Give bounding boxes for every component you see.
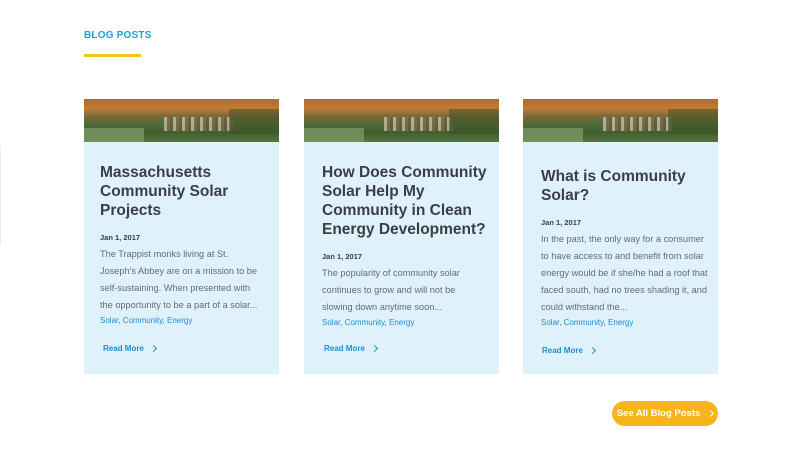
blog-card[interactable]: How Does Community Solar Help My Communi… bbox=[304, 99, 499, 374]
page-edge-line bbox=[0, 145, 1, 245]
chevron-right-icon bbox=[149, 344, 157, 353]
blog-card-title[interactable]: How Does Community Solar Help My Communi… bbox=[322, 163, 494, 239]
tag-link[interactable]: Energy bbox=[608, 318, 633, 327]
chevron-right-icon bbox=[707, 409, 715, 418]
blog-card-tags: Solar, Community, Energy bbox=[322, 318, 415, 327]
see-all-blog-posts-button[interactable]: See All Blog Posts bbox=[612, 401, 718, 426]
tag-link[interactable]: Community bbox=[345, 318, 385, 327]
blog-card[interactable]: Massachusetts Community Solar Projects J… bbox=[84, 99, 279, 374]
tag-link[interactable]: Energy bbox=[389, 318, 414, 327]
blog-card-date: Jan 1, 2017 bbox=[322, 252, 363, 261]
section-title-underline bbox=[84, 54, 141, 57]
tag-link[interactable]: Solar bbox=[541, 318, 559, 327]
blog-card-title[interactable]: What is Community Solar? bbox=[541, 167, 691, 205]
read-more-link[interactable]: Read More bbox=[542, 346, 596, 355]
blog-card-title[interactable]: Massachusetts Community Solar Projects bbox=[100, 163, 250, 220]
see-all-label: See All Blog Posts bbox=[616, 408, 701, 419]
tag-link[interactable]: Energy bbox=[167, 316, 192, 325]
read-more-label: Read More bbox=[103, 344, 144, 353]
blog-card-excerpt: The Trappist monks living at St. Joseph'… bbox=[100, 249, 258, 310]
read-more-label: Read More bbox=[542, 346, 583, 355]
blog-card[interactable]: What is Community Solar? Jan 1, 2017 In … bbox=[523, 99, 718, 374]
blog-card-image[interactable] bbox=[304, 99, 499, 142]
read-more-label: Read More bbox=[324, 344, 365, 353]
blog-card-date: Jan 1, 2017 bbox=[100, 233, 141, 242]
tag-link[interactable]: Solar bbox=[322, 318, 340, 327]
blog-card-date: Jan 1, 2017 bbox=[541, 218, 582, 227]
blog-card-image[interactable] bbox=[84, 99, 279, 142]
tag-link[interactable]: Solar bbox=[100, 316, 118, 325]
section-header: BLOG POSTS bbox=[84, 30, 152, 41]
blog-card-excerpt: The popularity of community solar contin… bbox=[322, 268, 460, 312]
blog-card-image[interactable] bbox=[523, 99, 718, 142]
section-title: BLOG POSTS bbox=[84, 30, 152, 41]
chevron-right-icon bbox=[588, 346, 596, 355]
tag-link[interactable]: Community bbox=[564, 318, 604, 327]
tag-link[interactable]: Community bbox=[123, 316, 163, 325]
chevron-right-icon bbox=[370, 344, 378, 353]
read-more-link[interactable]: Read More bbox=[324, 344, 378, 353]
blog-card-tags: Solar, Community, Energy bbox=[100, 316, 193, 325]
blog-card-excerpt: In the past, the only way for a consumer… bbox=[541, 234, 708, 312]
blog-card-tags: Solar, Community, Energy bbox=[541, 318, 634, 327]
read-more-link[interactable]: Read More bbox=[103, 344, 157, 353]
